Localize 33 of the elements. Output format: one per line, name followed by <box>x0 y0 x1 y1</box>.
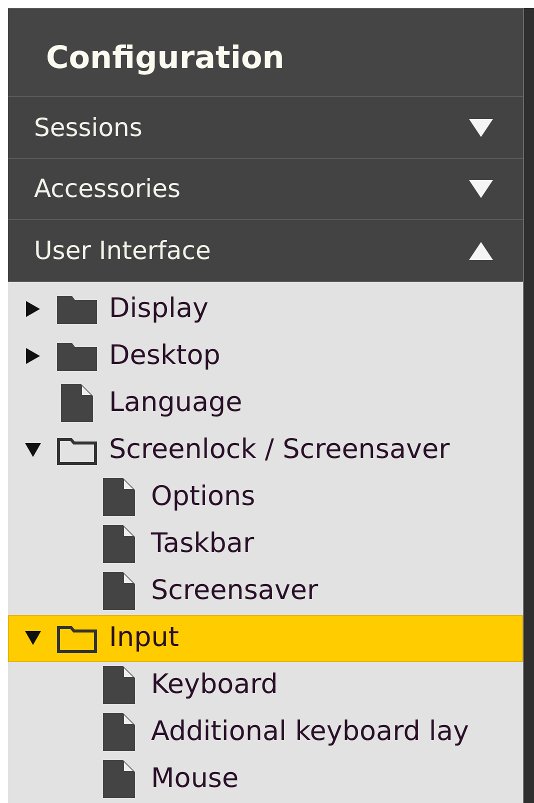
expanded-triangle-icon <box>25 631 41 646</box>
document-icon <box>103 713 135 752</box>
collapse-arrow-icon <box>469 242 493 260</box>
tree-item[interactable]: Input <box>8 614 523 662</box>
expand-arrow-icon <box>469 118 493 137</box>
tree-item[interactable]: Keyboard <box>8 662 523 709</box>
tree-item[interactable]: Desktop <box>8 332 523 380</box>
tree-item[interactable]: Mouse <box>8 756 523 803</box>
tree-item[interactable]: Display <box>8 286 523 333</box>
tree-item[interactable]: Screensaver <box>8 568 523 615</box>
document-icon <box>103 478 135 516</box>
section-header[interactable]: Accessories <box>8 158 523 220</box>
document-icon <box>103 666 135 704</box>
tree-item[interactable]: Language <box>8 380 523 427</box>
collapsed-triangle-icon <box>26 301 40 318</box>
expanded-triangle-icon <box>25 443 41 458</box>
tree-item[interactable]: Screenlock / Screensaver <box>8 426 523 474</box>
collapsed-triangle-icon <box>26 348 40 364</box>
tree-item[interactable]: Options <box>8 474 523 521</box>
open-folder-icon <box>57 623 97 654</box>
document-icon <box>103 760 135 798</box>
section-header[interactable]: Sessions <box>8 97 523 159</box>
document-icon <box>61 384 93 422</box>
folder-icon <box>57 294 97 324</box>
document-icon <box>103 572 135 610</box>
folder-icon <box>57 341 97 372</box>
document-icon <box>103 525 135 564</box>
open-folder-icon <box>57 435 97 466</box>
section-header[interactable]: User Interface <box>8 220 523 282</box>
panel-title: Configuration <box>8 8 523 98</box>
expand-arrow-icon <box>469 180 493 198</box>
tree-item[interactable]: Taskbar <box>8 520 523 568</box>
tree-item[interactable]: Additional keyboard lay <box>8 708 523 756</box>
